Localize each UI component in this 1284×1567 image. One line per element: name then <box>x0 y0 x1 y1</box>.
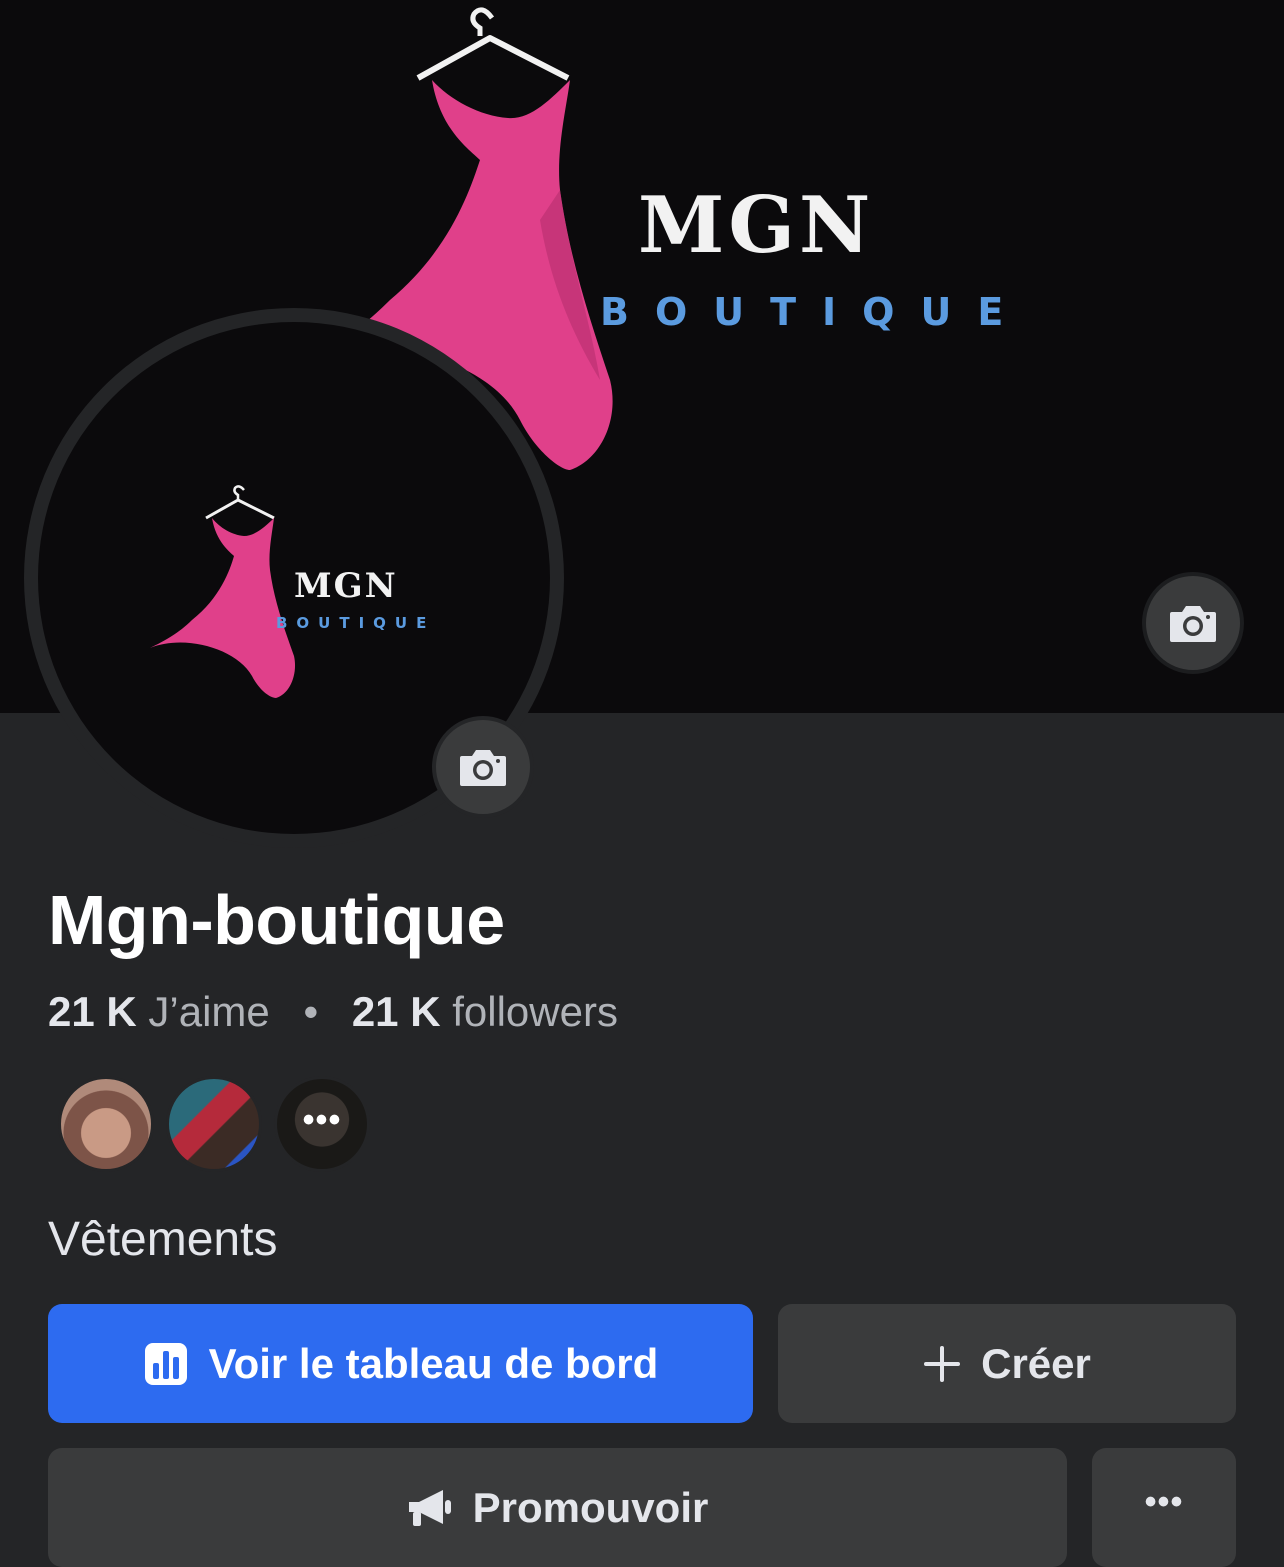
promote-label: Promouvoir <box>472 1483 709 1531</box>
page-category: Vêtements <box>48 1213 278 1266</box>
followers-label[interactable]: followers <box>452 988 618 1035</box>
cover-logo-title: MGN <box>638 180 875 271</box>
megaphone-icon <box>408 1489 451 1526</box>
more-friends-avatar[interactable]: ••• <box>274 1076 370 1172</box>
camera-icon <box>1170 606 1216 642</box>
camera-icon <box>460 750 506 786</box>
promote-button[interactable]: Promouvoir <box>48 1448 1067 1567</box>
edit-profile-picture-button[interactable] <box>432 716 534 818</box>
likes-label[interactable]: J’aime <box>148 988 269 1035</box>
followers-count[interactable]: 21 K <box>352 988 441 1035</box>
avatar-logo-subtitle: BOUTIQUE <box>276 614 436 632</box>
stats-separator: • <box>303 988 319 1035</box>
edit-cover-button[interactable] <box>1142 572 1244 674</box>
view-dashboard-button[interactable]: Voir le tableau de bord <box>48 1304 753 1423</box>
dress-hanger-logo-small <box>150 485 296 698</box>
more-options-button[interactable]: ••• <box>1092 1448 1236 1567</box>
friend-avatar[interactable] <box>58 1076 154 1172</box>
cover-logo-subtitle: BOUTIQUE <box>600 290 1030 334</box>
view-dashboard-label: Voir le tableau de bord <box>208 1339 659 1387</box>
plus-icon <box>924 1345 961 1382</box>
create-button[interactable]: Créer <box>778 1304 1236 1423</box>
bar-chart-icon <box>144 1342 187 1385</box>
likes-count[interactable]: 21 K <box>48 988 137 1035</box>
more-friends-dots: ••• <box>302 1101 342 1139</box>
more-options-icon: ••• <box>1144 1483 1184 1521</box>
page-title: Mgn-boutique <box>48 881 505 959</box>
create-label: Créer <box>981 1339 1091 1387</box>
friend-avatar[interactable] <box>166 1076 262 1172</box>
avatar-logo-title: MGN <box>294 566 398 606</box>
page-stats: 21 K J’aime • 21 K followers <box>48 988 618 1036</box>
